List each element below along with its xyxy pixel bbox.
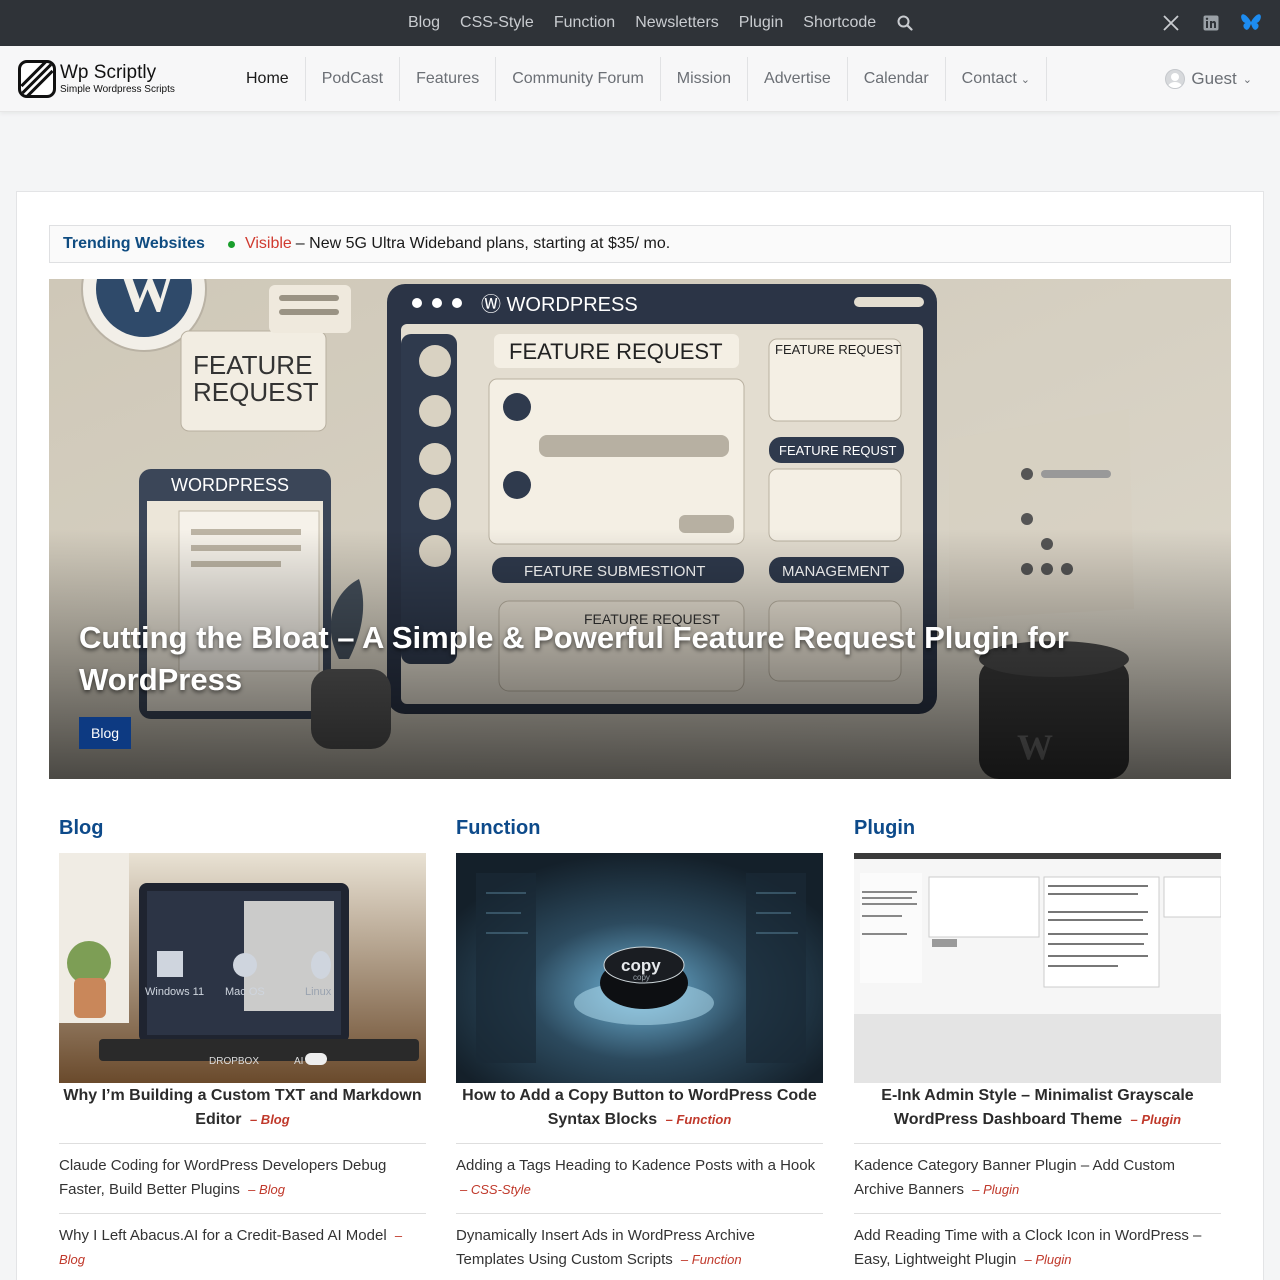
thumb-os-mac: Mac OS xyxy=(225,986,265,998)
nav-podcast[interactable]: PodCast xyxy=(306,57,401,101)
status-dot xyxy=(227,240,235,248)
thumb-os-windows: Windows 11 xyxy=(145,986,204,998)
featured-thumbnail[interactable]: Windows 11 Mac OS Linux DROPBOX AI xyxy=(59,853,426,1083)
thumb-ai: AI xyxy=(294,1056,303,1067)
list-item[interactable]: Claude Coding for WordPress Developers D… xyxy=(59,1144,426,1214)
bluesky-icon[interactable] xyxy=(1240,12,1262,34)
featured-category[interactable]: – Plugin xyxy=(1131,1112,1182,1127)
featured-title-text: Why I’m Building a Custom TXT and Markdo… xyxy=(63,1087,422,1128)
post-category[interactable]: – Plugin xyxy=(972,1182,1019,1197)
post-category[interactable]: – CSS-Style xyxy=(460,1182,531,1197)
list-item[interactable]: Dynamically Insert Ads in WordPress Arch… xyxy=(456,1214,823,1280)
nav-mission[interactable]: Mission xyxy=(661,57,749,101)
search-icon[interactable] xyxy=(890,0,920,46)
featured-post-title[interactable]: E-Ink Admin Style – Minimalist Grayscale… xyxy=(854,1084,1221,1132)
logo-name: Wp Scriptly xyxy=(60,62,157,83)
avatar xyxy=(1165,69,1186,89)
column-heading[interactable]: Blog xyxy=(59,815,426,841)
copy-button-thumb-image: copy copy xyxy=(456,853,823,1083)
thumb-copy-sub: copy xyxy=(633,973,650,982)
nav-home[interactable]: Home xyxy=(230,57,306,101)
top-nav: Blog CSS-Style Function Newsletters Plug… xyxy=(398,0,920,46)
post-title: Claude Coding for WordPress Developers D… xyxy=(59,1157,387,1198)
hero-title[interactable]: Cutting the Bloat – A Simple & Powerful … xyxy=(79,617,1159,701)
nav-contact[interactable]: Contact ⌄ xyxy=(946,57,1048,101)
top-nav-blog[interactable]: Blog xyxy=(398,14,450,32)
featured-category[interactable]: – Blog xyxy=(250,1112,290,1127)
top-nav-css-style[interactable]: CSS-Style xyxy=(450,14,544,32)
column-plugin: Plugin E-Ink Admin Style – Minimalist Gr… xyxy=(854,815,1221,1280)
featured-post-title[interactable]: Why I’m Building a Custom TXT and Markdo… xyxy=(59,1084,426,1132)
top-nav-plugin[interactable]: Plugin xyxy=(729,14,793,32)
featured-title-text: How to Add a Copy Button to WordPress Co… xyxy=(462,1087,817,1128)
trending-text: – New 5G Ultra Wideband plans, starting … xyxy=(295,235,671,252)
nav-features[interactable]: Features xyxy=(400,57,497,101)
list-item[interactable]: Add Reading Time with a Clock Icon in Wo… xyxy=(854,1214,1221,1280)
main-header: Wp Scriptly Simple Wordpress Scripts Hom… xyxy=(0,46,1280,112)
featured-thumbnail[interactable] xyxy=(854,853,1221,1083)
chevron-down-icon: ⌄ xyxy=(1242,73,1252,86)
chevron-down-icon: ⌄ xyxy=(1020,73,1031,86)
post-title: Adding a Tags Heading to Kadence Posts w… xyxy=(456,1157,816,1174)
post-category[interactable]: – Function xyxy=(681,1252,742,1267)
content-card: Trending Websites Visible – New 5G Ultra… xyxy=(16,191,1264,1280)
logo-icon xyxy=(18,60,56,98)
top-nav-function[interactable]: Function xyxy=(544,14,625,32)
nav-calendar[interactable]: Calendar xyxy=(848,57,946,101)
trending-label: Trending Websites xyxy=(63,235,205,252)
featured-post-title[interactable]: How to Add a Copy Button to WordPress Co… xyxy=(456,1084,823,1132)
nav-contact-label: Contact xyxy=(961,70,1017,87)
trending-ticker: Trending Websites Visible – New 5G Ultra… xyxy=(49,225,1231,263)
thumb-os-linux: Linux xyxy=(305,986,332,998)
thumb-dropbox: DROPBOX xyxy=(209,1056,259,1067)
featured-category[interactable]: – Function xyxy=(666,1112,732,1127)
column-blog: Blog Windows 11 Mac OS Linux DROPBOX AI xyxy=(59,815,426,1280)
main-nav: Home PodCast Features Community Forum Mi… xyxy=(230,46,1048,112)
featured-thumbnail[interactable]: copy copy xyxy=(456,853,823,1083)
post-title: Why I Left Abacus.AI for a Credit-Based … xyxy=(59,1227,387,1244)
trending-link[interactable]: Visible xyxy=(245,235,292,253)
site-logo[interactable]: Wp Scriptly Simple Wordpress Scripts xyxy=(18,60,175,98)
user-name: Guest xyxy=(1191,69,1237,88)
top-nav-shortcode[interactable]: Shortcode xyxy=(793,14,886,32)
hero-image: W FEATURE REQUEST WORDPRESS Ⓦ WORDPRESS … xyxy=(49,279,1231,779)
hero-post[interactable]: W FEATURE REQUEST WORDPRESS Ⓦ WORDPRESS … xyxy=(49,279,1231,779)
top-nav-newsletters[interactable]: Newsletters xyxy=(625,14,729,32)
post-category[interactable]: – Plugin xyxy=(1025,1252,1072,1267)
column-heading[interactable]: Function xyxy=(456,815,823,841)
list-item[interactable]: Adding a Tags Heading to Kadence Posts w… xyxy=(456,1144,823,1214)
column-heading[interactable]: Plugin xyxy=(854,815,1221,841)
editor-thumb-image: Windows 11 Mac OS Linux DROPBOX AI xyxy=(59,853,426,1083)
nav-advertise[interactable]: Advertise xyxy=(748,57,848,101)
post-category[interactable]: – Blog xyxy=(248,1182,285,1197)
x-twitter-icon[interactable] xyxy=(1160,12,1182,34)
list-item[interactable]: Why I Left Abacus.AI for a Credit-Based … xyxy=(59,1214,426,1280)
hero-category-badge[interactable]: Blog xyxy=(79,717,132,749)
linkedin-icon[interactable] xyxy=(1200,12,1222,34)
social-links xyxy=(1160,0,1262,46)
nav-community-forum[interactable]: Community Forum xyxy=(496,57,661,101)
list-item[interactable]: Kadence Category Banner Plugin – Add Cus… xyxy=(854,1144,1221,1214)
column-function: Function copy copy How to Add a Copy But… xyxy=(456,815,823,1280)
top-bar: Blog CSS-Style Function Newsletters Plug… xyxy=(0,0,1280,46)
admin-screenshot-thumb-image xyxy=(854,853,1221,1083)
logo-tagline: Simple Wordpress Scripts xyxy=(60,84,175,95)
user-menu[interactable]: Guest ⌄ xyxy=(1165,46,1252,112)
